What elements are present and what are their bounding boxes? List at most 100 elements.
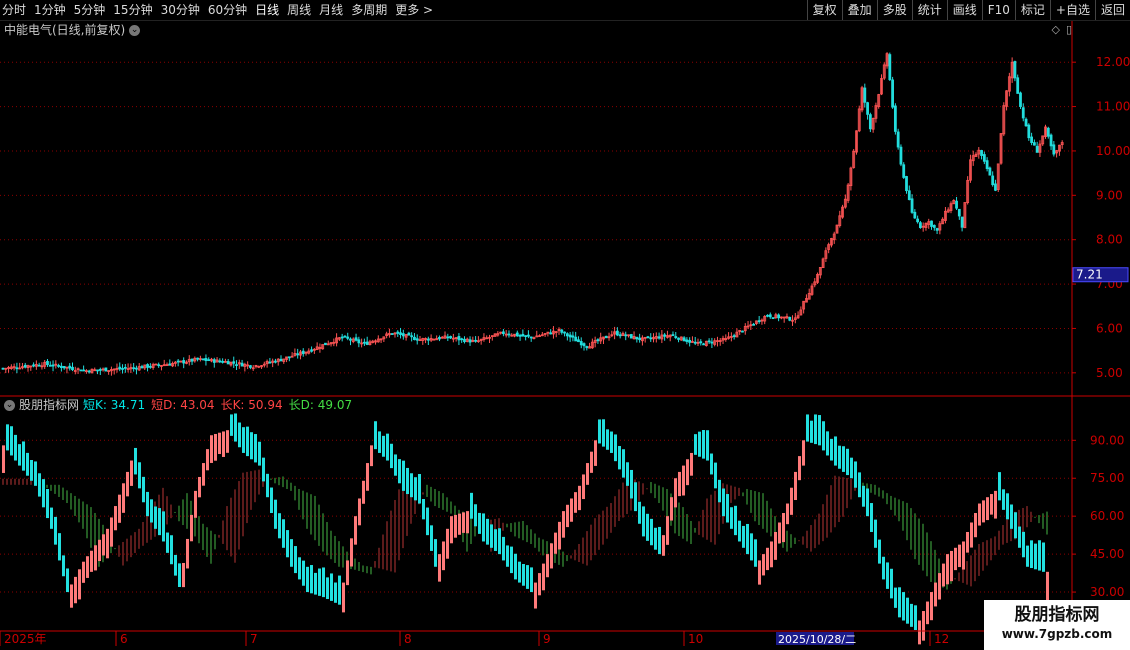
- long-band-bar: [26, 478, 28, 485]
- chevron-down-icon[interactable]: ⌄: [4, 400, 15, 411]
- period-tab-0[interactable]: 分时: [2, 0, 26, 20]
- short-k-bar: [554, 532, 557, 554]
- long-band-bar: [298, 488, 300, 510]
- short-k-bar: [498, 528, 501, 555]
- short-k-bar: [650, 518, 653, 546]
- tool-button-2[interactable]: 多股: [876, 0, 912, 20]
- candle-body: [930, 220, 933, 227]
- period-tab-5[interactable]: 60分钟: [208, 0, 247, 20]
- period-tab-6[interactable]: 日线: [255, 0, 279, 20]
- short-k-bar: [70, 584, 73, 608]
- period-tab-9[interactable]: 多周期: [351, 0, 387, 20]
- indicator-tick-label: 30.00: [1090, 585, 1124, 599]
- candle-body: [624, 334, 628, 337]
- long-band-bar: [1026, 506, 1028, 528]
- candle-body: [579, 341, 583, 346]
- candle-body: [396, 331, 400, 334]
- watermark-url: www.7gpzb.com: [1001, 627, 1113, 641]
- short-k-bar: [966, 531, 969, 553]
- watermark: 股朋指标网 www.7gpzb.com: [984, 600, 1130, 650]
- candle-body: [663, 334, 667, 337]
- candle-body: [346, 336, 350, 339]
- tool-button-6[interactable]: 标记: [1014, 0, 1050, 20]
- long-band-bar: [58, 484, 60, 497]
- short-k-bar: [742, 525, 745, 548]
- candle-body: [221, 360, 225, 363]
- watermark-title: 股朋指标网: [1014, 605, 1100, 625]
- long-band-bar: [762, 493, 764, 529]
- short-k-bar: [378, 431, 381, 453]
- long-band-bar: [502, 522, 504, 531]
- long-band-bar: [910, 508, 912, 550]
- candle-body: [682, 337, 686, 342]
- chevron-down-icon[interactable]: ⌄: [129, 25, 141, 36]
- tool-button-4[interactable]: 画线: [946, 0, 982, 20]
- short-k-bar: [310, 565, 313, 594]
- short-k-bar: [382, 435, 385, 457]
- short-k-bar: [846, 448, 849, 476]
- short-k-bar: [190, 514, 193, 542]
- tool-button-8[interactable]: 返回: [1094, 0, 1130, 20]
- short-k-bar: [854, 461, 857, 488]
- tool-button-1[interactable]: 叠加: [841, 0, 877, 20]
- candle-body: [574, 336, 578, 342]
- tool-button-0[interactable]: 复权: [806, 0, 842, 20]
- tool-button-5[interactable]: F10: [981, 0, 1015, 20]
- long-band-bar: [514, 522, 516, 537]
- candle-body: [123, 366, 127, 369]
- long-band-bar: [1030, 511, 1032, 523]
- long-band-bar: [638, 481, 640, 501]
- long-band-bar: [610, 503, 612, 533]
- short-k-bar: [586, 463, 589, 485]
- indicator-tick-label: 60.00: [1090, 509, 1124, 523]
- candle-body: [287, 356, 291, 359]
- period-tab-8[interactable]: 月线: [319, 0, 343, 20]
- long-band-bar: [322, 513, 324, 552]
- period-tab-7[interactable]: 周线: [287, 0, 311, 20]
- expand-icon[interactable]: ▯: [1066, 23, 1072, 36]
- period-tab-10[interactable]: 更多 >: [395, 0, 433, 20]
- short-k-bar: [574, 492, 577, 513]
- period-tab-1[interactable]: 1分钟: [34, 0, 66, 20]
- diamond-icon[interactable]: ◇: [1051, 23, 1059, 36]
- long-band-bar: [370, 566, 372, 575]
- long-band-bar: [806, 530, 808, 549]
- candle-body: [37, 364, 41, 367]
- candle-body: [362, 341, 366, 344]
- long-band-bar: [898, 499, 900, 522]
- short-k-bar: [926, 601, 929, 625]
- long-band-bar: [282, 476, 284, 488]
- candle-body: [140, 366, 144, 369]
- short-k-bar: [314, 572, 317, 595]
- tool-button-7[interactable]: +自选: [1049, 0, 1095, 20]
- long-band-bar: [622, 482, 624, 518]
- stock-chart-canvas[interactable]: 12.0011.0010.009.008.007.006.005.007.21 …: [0, 0, 1130, 650]
- long-band-bar: [338, 541, 340, 567]
- period-tab-4[interactable]: 30分钟: [161, 0, 200, 20]
- long-band-bar: [830, 485, 832, 533]
- candle-body: [893, 105, 897, 132]
- candle-body: [68, 365, 72, 369]
- period-tab-3[interactable]: 15分钟: [113, 0, 152, 20]
- short-k-bar: [570, 498, 573, 522]
- period-tab-2[interactable]: 5分钟: [74, 0, 106, 20]
- long-band-bar: [246, 471, 248, 524]
- short-k-bar: [326, 577, 329, 600]
- long-band-bar: [754, 491, 756, 522]
- long-band-bar: [666, 488, 668, 519]
- short-k-bar: [474, 504, 477, 527]
- long-band-bar: [134, 532, 136, 553]
- long-band-bar: [662, 487, 664, 511]
- indicator-tick-label: 90.00: [1090, 433, 1124, 447]
- candle-body: [59, 365, 63, 369]
- tool-button-3[interactable]: 统计: [911, 0, 947, 20]
- candle-body: [357, 339, 361, 344]
- candle-body: [390, 333, 394, 335]
- candle-body: [563, 331, 566, 334]
- candle-body: [468, 339, 472, 343]
- long-band-bar: [654, 483, 656, 499]
- long-band-bar: [646, 488, 648, 490]
- short-k-bar: [842, 446, 845, 472]
- short-k-bar: [26, 452, 29, 476]
- long-band-bar: [742, 492, 744, 497]
